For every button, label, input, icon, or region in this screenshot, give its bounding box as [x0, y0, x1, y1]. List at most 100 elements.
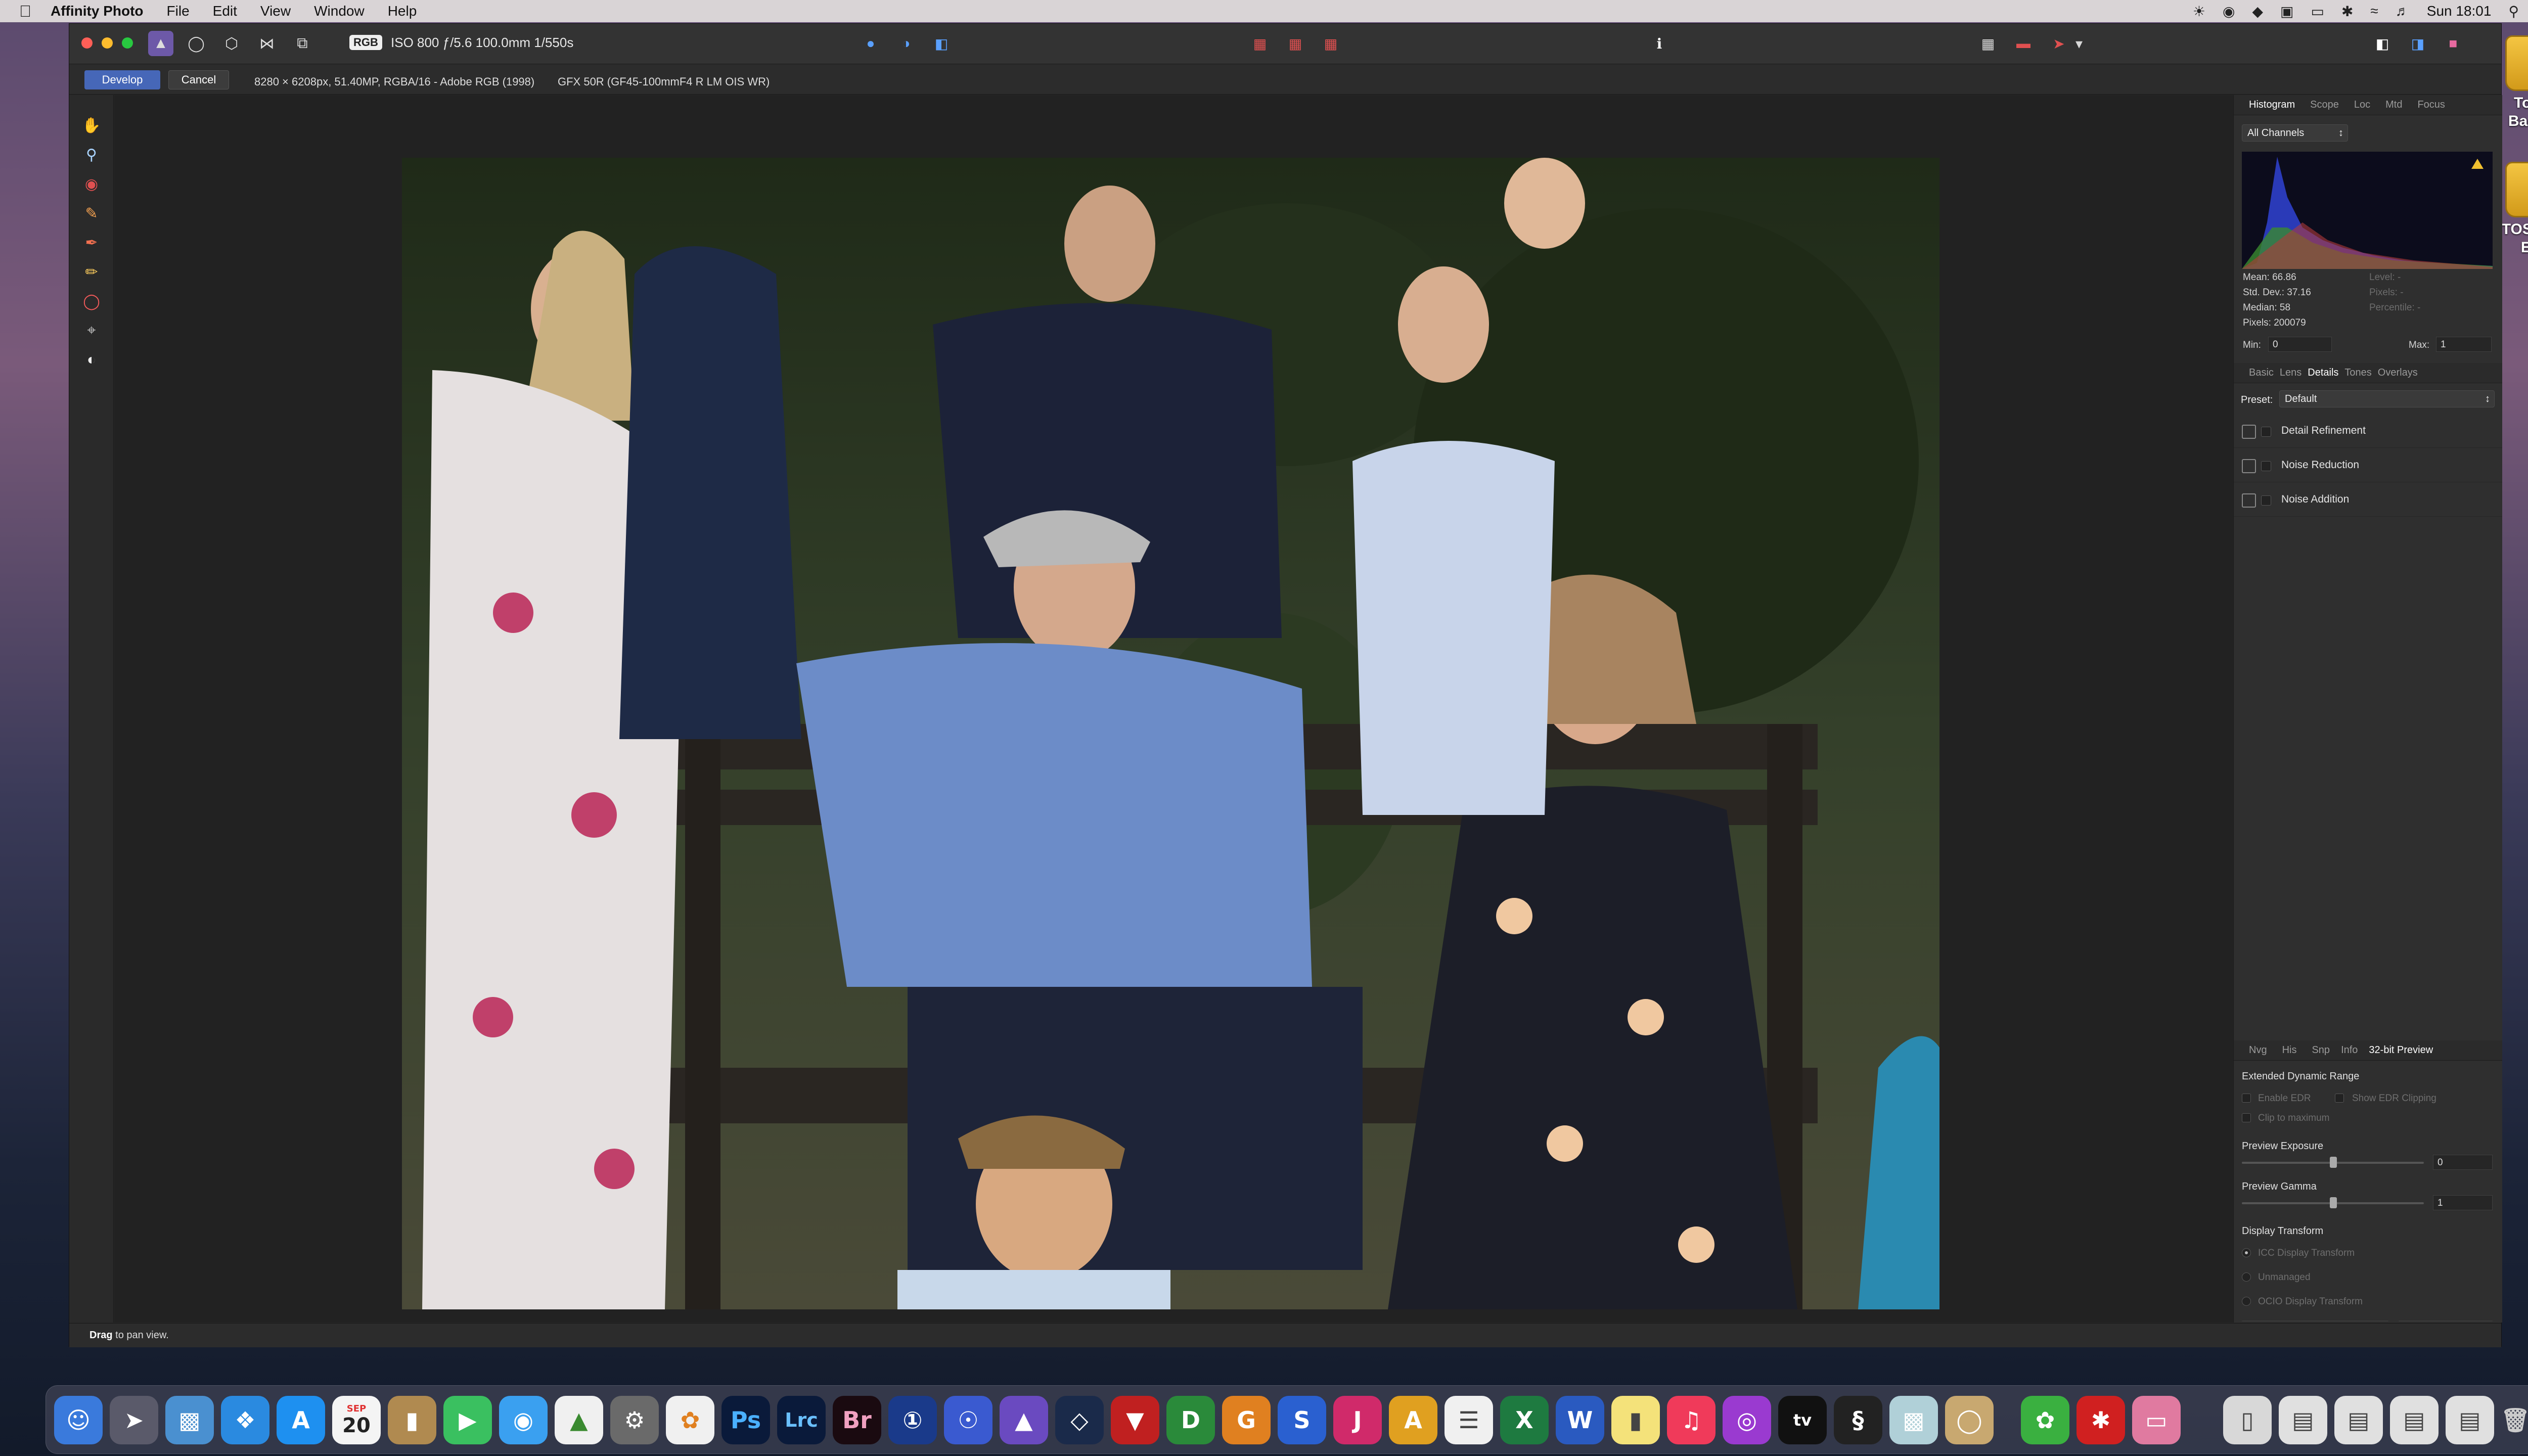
- clip-to-maximum-checkbox[interactable]: [2242, 1113, 2251, 1122]
- view-mode-icon[interactable]: ●: [858, 33, 883, 54]
- assistant-icon[interactable]: ➤: [2046, 33, 2071, 54]
- tone-mapping-persona-icon[interactable]: ⋈: [254, 31, 280, 56]
- screen-app-icon[interactable]: ▭: [2132, 1396, 2181, 1444]
- app-menu[interactable]: Affinity Photo: [51, 3, 144, 19]
- tab-navigator[interactable]: Nvg: [2249, 1044, 2267, 1056]
- word-icon[interactable]: W: [1556, 1396, 1604, 1444]
- menu-file[interactable]: File: [167, 3, 190, 19]
- acrobat-icon[interactable]: ✱: [2076, 1396, 2125, 1444]
- preview-gamma-field[interactable]: 1: [2433, 1195, 2493, 1210]
- photos-icon[interactable]: ✿: [666, 1396, 714, 1444]
- minimize-window-button[interactable]: [102, 37, 113, 49]
- maps-icon[interactable]: ▲: [555, 1396, 603, 1444]
- ocio-device-select[interactable]: [2242, 1321, 2388, 1322]
- overlay-icon[interactable]: ▬: [2011, 33, 2036, 54]
- finder-icon[interactable]: ☺: [54, 1396, 103, 1444]
- zoom-tool-icon[interactable]: ⚲: [79, 143, 104, 167]
- apple-tv-icon[interactable]: tv: [1778, 1396, 1827, 1444]
- wifi-icon[interactable]: ≈: [2370, 3, 2378, 19]
- split-view-icon[interactable]: ◑: [893, 33, 919, 54]
- min-field[interactable]: 0: [2268, 337, 2332, 352]
- maximize-window-button[interactable]: [122, 37, 133, 49]
- overlay-gradient-tool-icon[interactable]: ◯: [79, 289, 104, 313]
- app-a-icon[interactable]: A: [1389, 1396, 1437, 1444]
- blemish-tool-icon[interactable]: ✎: [79, 201, 104, 225]
- facetime-icon[interactable]: ▶: [443, 1396, 492, 1444]
- tab-snapshots[interactable]: Snp: [2312, 1044, 2330, 1056]
- app-s-icon[interactable]: S: [1278, 1396, 1326, 1444]
- tab-overlays[interactable]: Overlays: [2378, 367, 2418, 379]
- liquify-persona-icon[interactable]: ◯: [184, 31, 209, 56]
- crop-tool-icon[interactable]: ⌖: [79, 318, 104, 343]
- develop-persona-icon[interactable]: ⬡: [219, 31, 244, 56]
- tab-scope[interactable]: Scope: [2310, 99, 2339, 111]
- preview-exposure-knob[interactable]: [2330, 1157, 2337, 1168]
- app-g-icon[interactable]: G: [1222, 1396, 1271, 1444]
- layers-app-icon[interactable]: ◇: [1055, 1396, 1104, 1444]
- enable-edr-checkbox[interactable]: [2242, 1094, 2251, 1103]
- notes-icon[interactable]: ▮: [1611, 1396, 1660, 1444]
- app-s2-icon[interactable]: §: [1834, 1396, 1882, 1444]
- screenshot-stack-2-icon[interactable]: ▤: [2334, 1396, 2383, 1444]
- adjustment-noise-reduction[interactable]: Noise Reduction: [2234, 448, 2502, 482]
- calendar-icon[interactable]: SEP 20: [332, 1396, 381, 1444]
- export-persona-icon[interactable]: ⧉: [290, 31, 315, 56]
- app-d-icon[interactable]: D: [1166, 1396, 1215, 1444]
- ocio-view-select[interactable]: [2399, 1321, 2493, 1322]
- screenshot-stack-1-icon[interactable]: ▤: [2279, 1396, 2327, 1444]
- menu-help[interactable]: Help: [388, 3, 417, 19]
- overlay-erase-tool-icon[interactable]: ✏: [79, 260, 104, 284]
- document-stack-icon[interactable]: ▯: [2223, 1396, 2272, 1444]
- channel-select[interactable]: All Channels ↕: [2242, 124, 2348, 142]
- adjustment-noise-addition[interactable]: Noise Addition: [2234, 482, 2502, 517]
- menu-edit[interactable]: Edit: [213, 3, 237, 19]
- studio-left-icon[interactable]: ◧: [2370, 33, 2395, 54]
- affinity-photo-dock-icon[interactable]: ▲: [1000, 1396, 1048, 1444]
- red-eye-tool-icon[interactable]: ◉: [79, 172, 104, 196]
- show-edr-clipping-checkbox[interactable]: [2335, 1094, 2344, 1103]
- hand-tool-icon[interactable]: ✋: [79, 113, 104, 138]
- grid-icon[interactable]: ▦: [1975, 33, 2001, 54]
- ocio-display-transform-radio[interactable]: [2242, 1297, 2251, 1306]
- cancel-button[interactable]: Cancel: [168, 70, 229, 89]
- tab-histogram[interactable]: Histogram: [2249, 99, 2295, 111]
- dropbox-icon[interactable]: ◆: [2252, 3, 2263, 20]
- apple-menu-icon[interactable]: : [0, 2, 51, 21]
- photo-persona-icon[interactable]: ▲: [148, 31, 173, 56]
- creative-cloud-icon[interactable]: ◉: [2223, 3, 2235, 20]
- noise-reduction-checkbox[interactable]: [2261, 461, 2271, 471]
- app-store-icon[interactable]: A: [277, 1396, 325, 1444]
- launchpad-icon[interactable]: ➤: [110, 1396, 158, 1444]
- icc-display-transform-radio[interactable]: [2242, 1248, 2251, 1257]
- clipped-tones-icon[interactable]: ▦: [1247, 33, 1273, 54]
- detail-refinement-checkbox[interactable]: [2261, 427, 2271, 437]
- app-status-icon[interactable]: ▣: [2280, 3, 2293, 20]
- white-balance-tool-icon[interactable]: ◐: [79, 348, 104, 372]
- noise-addition-checkbox[interactable]: [2261, 495, 2271, 506]
- tab-lens[interactable]: Lens: [2280, 367, 2301, 379]
- studio-right-icon[interactable]: ◨: [2405, 33, 2430, 54]
- clock[interactable]: Sun 18:01: [2427, 3, 2492, 19]
- preset-select[interactable]: Default ↕: [2279, 390, 2495, 407]
- search-icon[interactable]: ⚲: [2508, 3, 2519, 20]
- textedit-icon[interactable]: ☰: [1444, 1396, 1493, 1444]
- volume-icon[interactable]: ♬: [2396, 3, 2410, 19]
- screenshot-stack-3-icon[interactable]: ▤: [2390, 1396, 2439, 1444]
- menu-view[interactable]: View: [260, 3, 291, 19]
- tab-basic[interactable]: Basic: [2249, 367, 2274, 379]
- assistant-dropdown-icon[interactable]: ▾: [2071, 33, 2087, 54]
- image-capture-icon[interactable]: ▩: [1889, 1396, 1938, 1444]
- podcasts-icon[interactable]: ◎: [1723, 1396, 1771, 1444]
- contacts-icon[interactable]: ▮: [388, 1396, 436, 1444]
- preview-exposure-field[interactable]: 0: [2433, 1155, 2493, 1170]
- color-picker-icon[interactable]: ■: [2441, 33, 2466, 54]
- tab-32-bit-preview[interactable]: 32-bit Preview: [2369, 1044, 2433, 1056]
- messages-icon[interactable]: ◉: [499, 1396, 548, 1444]
- trash-icon[interactable]: 🗑: [2491, 1396, 2528, 1444]
- tab-mtd[interactable]: Mtd: [2385, 99, 2402, 111]
- adjustment-detail-refinement[interactable]: Detail Refinement: [2234, 414, 2502, 448]
- disk-utility-icon[interactable]: ◯: [1945, 1396, 1994, 1444]
- preview-gamma-knob[interactable]: [2330, 1197, 2337, 1208]
- info-icon[interactable]: ℹ: [1647, 33, 1672, 54]
- tab-tones[interactable]: Tones: [2344, 367, 2371, 379]
